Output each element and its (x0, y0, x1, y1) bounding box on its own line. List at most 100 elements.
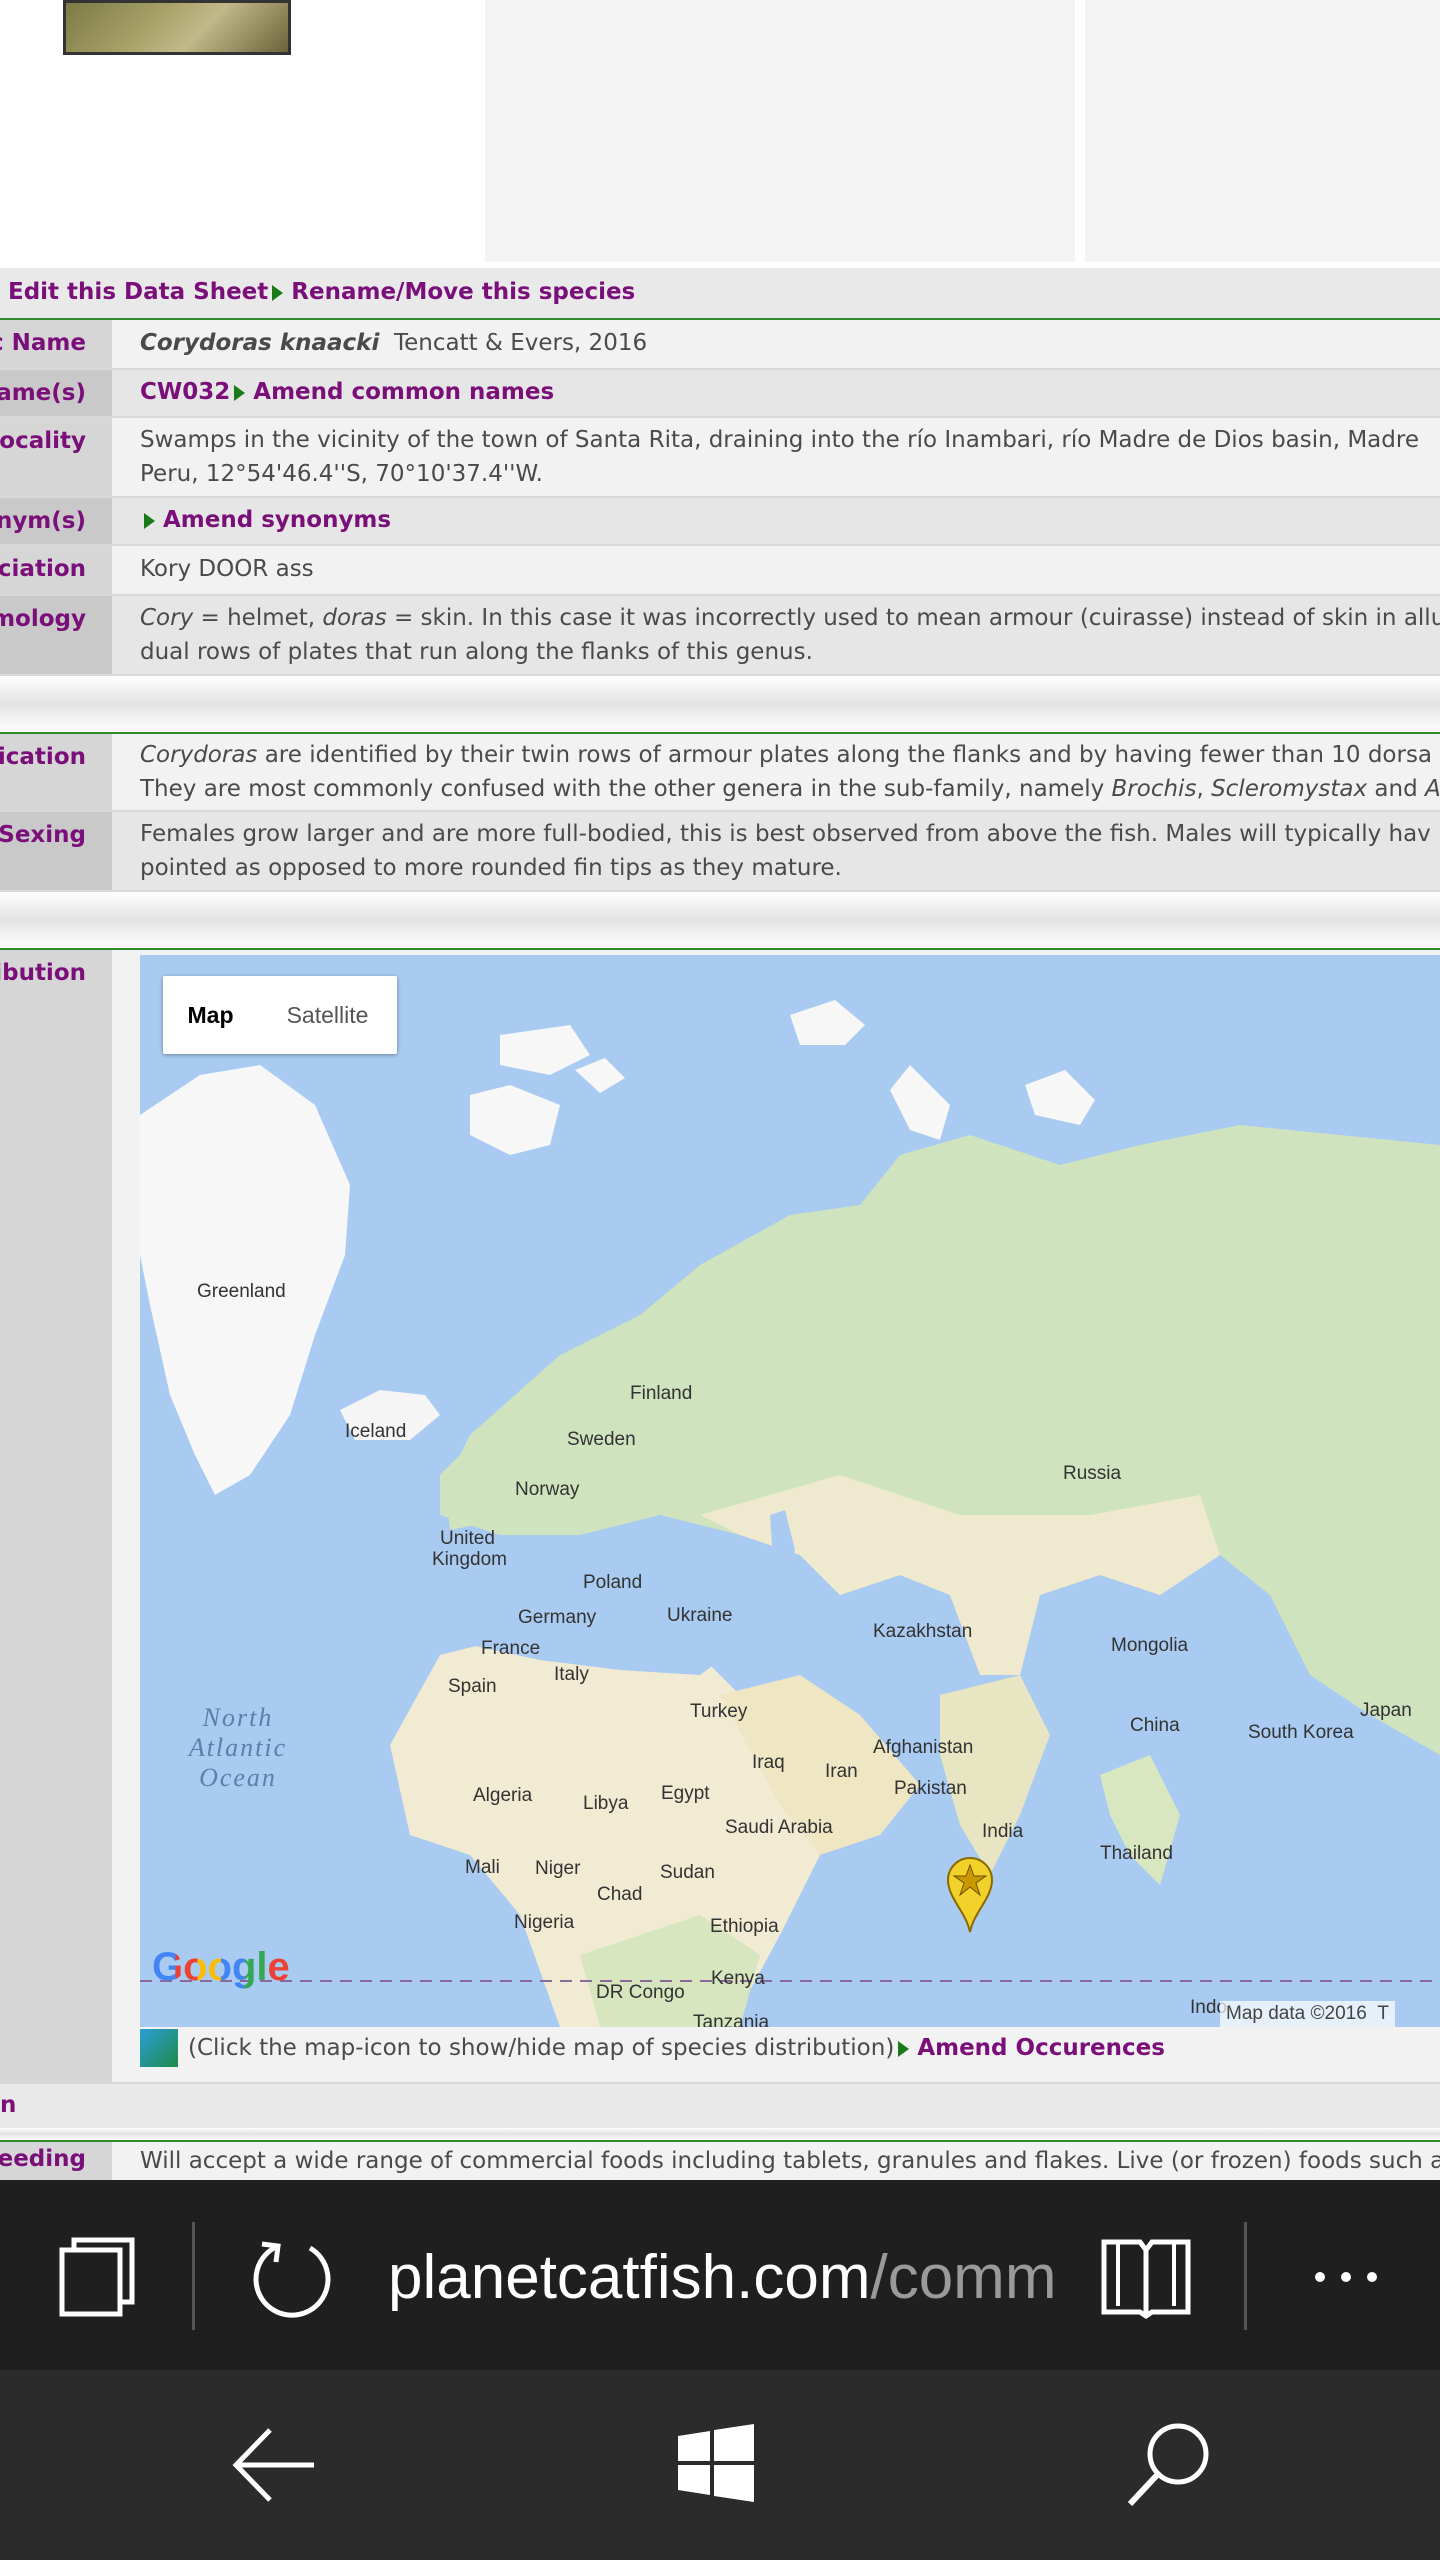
map-label: Mali (465, 1857, 500, 1878)
amend-common-names-link[interactable]: Amend common names (253, 379, 554, 405)
amend-occurrences-link[interactable]: Amend Occurences (917, 2035, 1165, 2061)
google-logo[interactable]: Google (152, 1945, 290, 1990)
edit-actions-bar: Edit this Data Sheet Rename/Move this spe… (0, 268, 1440, 318)
google-logo-text: Google (152, 1945, 290, 1989)
map-label: China (1130, 1715, 1180, 1736)
section-spacer (0, 2128, 1440, 2140)
species-author: Tencatt & Evers, 2016 (394, 330, 648, 356)
ident-text-1: are identified by their twin rows of arm… (257, 742, 1433, 768)
map-footer-text: (Click the map-icon to show/hide map of … (188, 2035, 895, 2061)
row-section-n: n (0, 2084, 1440, 2130)
map-label: Ethiopia (710, 1916, 779, 1937)
row-label: Sexing (0, 822, 86, 848)
world-map-graphic (140, 1000, 1440, 2027)
species-thumbnail-image[interactable] (63, 0, 291, 55)
etym-term-2: doras (322, 605, 387, 631)
row-label: mology (0, 606, 86, 632)
ocean-label: North Atlantic Ocean (168, 1703, 308, 1793)
edit-data-sheet-link[interactable]: Edit this Data Sheet (8, 279, 268, 305)
row-feeding: Feeding Will accept a wide range of comm… (0, 2142, 1440, 2184)
map-label: South Korea (1248, 1722, 1354, 1743)
satellite-view-button[interactable]: Satellite (258, 976, 397, 1054)
map-label: Iran (825, 1761, 858, 1782)
row-scientific-name: c Name Corydoras knaacki Tencatt & Evers… (0, 320, 1440, 370)
map-view-button[interactable]: Map (163, 976, 258, 1054)
map-label: Turkey (690, 1701, 748, 1722)
common-name-code-link[interactable]: CW032 (140, 379, 230, 405)
ident-text-2: They are most commonly confused with the… (140, 776, 1112, 802)
rename-species-link[interactable]: Rename/Move this species (291, 279, 635, 305)
address-bar[interactable]: planetcatfish.com/comme (388, 2238, 1053, 2318)
row-label: ibution (0, 960, 86, 986)
back-arrow-icon[interactable] (228, 2420, 318, 2510)
ocean-label-line: North (202, 1703, 274, 1732)
amend-synonyms-link[interactable]: Amend synonyms (163, 507, 391, 533)
map-label: Pakistan (894, 1778, 967, 1799)
map-label: Algeria (473, 1785, 533, 1806)
row-type-locality: Locality Swamps in the vicinity of the t… (0, 418, 1440, 498)
map-label: Thailand (1100, 1843, 1173, 1864)
row-label: onym(s) (0, 508, 86, 534)
more-options-icon[interactable] (1310, 2262, 1382, 2292)
map-label: Italy (554, 1664, 589, 1685)
map-attribution[interactable]: Map data ©2016 T (1220, 2001, 1395, 2027)
map-label: Chad (597, 1884, 643, 1905)
map-type-control: Map Satellite (163, 976, 397, 1054)
toolbar-separator (192, 2222, 195, 2330)
map-label: Kenya (711, 1968, 765, 1989)
arrow-right-icon (234, 384, 246, 401)
map-label: Afghanistan (873, 1737, 974, 1758)
ident-term-1: Corydoras (140, 742, 258, 768)
map-label: United (440, 1528, 495, 1549)
row-label: Locality (0, 428, 86, 454)
ident-sep: , (1196, 776, 1212, 802)
windows-start-icon[interactable] (674, 2422, 758, 2506)
map-label: Iceland (345, 1421, 407, 1442)
row-label: c Name (0, 330, 86, 356)
reading-view-icon[interactable] (1098, 2236, 1194, 2320)
ocean-label-line: Atlantic (188, 1733, 288, 1762)
ident-and: and (1367, 776, 1426, 802)
map-label: Nigeria (514, 1912, 575, 1933)
sexing-line-1: Females grow larger and are more full-bo… (140, 821, 1431, 847)
tabs-icon[interactable] (58, 2236, 136, 2320)
refresh-icon[interactable] (248, 2234, 336, 2322)
etym-text-1: = helmet, (193, 605, 323, 631)
row-identification: fication Corydoras are identified by the… (0, 734, 1440, 812)
distribution-map[interactable]: Greenland Iceland Finland Sweden Norway … (140, 955, 1440, 2027)
map-attribution-text: Map data ©2016 (1226, 2003, 1367, 2024)
arrow-right-icon (272, 284, 284, 301)
map-label: Saudi Arabia (725, 1817, 833, 1838)
species-name: Corydoras knaacki (140, 330, 380, 356)
map-label: Iraq (752, 1752, 785, 1773)
search-icon[interactable] (1124, 2420, 1214, 2510)
row-etymology: mology Cory = helmet, doras = skin. In t… (0, 596, 1440, 676)
feeding-value: Will accept a wide range of commercial f… (140, 2148, 1440, 2174)
map-label: Ukraine (667, 1605, 733, 1626)
ocean-label-line: Ocean (199, 1763, 277, 1792)
url-path: /comme (870, 2243, 1053, 2312)
image-panel-right (1085, 0, 1440, 262)
map-footer: (Click the map-icon to show/hide map of … (140, 2025, 1440, 2080)
arrow-right-icon (144, 512, 155, 529)
url-domain: planetcatfish.com (388, 2243, 871, 2312)
map-label: Russia (1063, 1463, 1122, 1484)
ident-genus-a: A (1425, 776, 1440, 802)
row-label: lame(s) (0, 380, 86, 406)
map-label: Finland (630, 1383, 693, 1404)
map-label: Sweden (567, 1429, 636, 1450)
map-label: Japan (1360, 1700, 1412, 1721)
sexing-line-2: pointed as opposed to more rounded fin t… (140, 855, 842, 881)
arrow-right-icon (898, 2040, 910, 2057)
toolbar-separator (1244, 2222, 1247, 2330)
pronunciation-value: Kory DOOR ass (140, 556, 314, 582)
row-label: nciation (0, 556, 86, 582)
map-label: Egypt (661, 1783, 710, 1804)
row-label: Feeding (0, 2146, 86, 2172)
image-panel (485, 0, 1075, 262)
locality-line-2: Peru, 12°54'46.4''S, 70°10'37.4''W. (140, 461, 543, 487)
row-label: fication (0, 744, 86, 770)
etym-text-2: = skin. In this case it was incorrectly … (386, 605, 1440, 631)
map-toggle-icon[interactable] (140, 2029, 178, 2067)
map-label: Libya (583, 1793, 629, 1814)
